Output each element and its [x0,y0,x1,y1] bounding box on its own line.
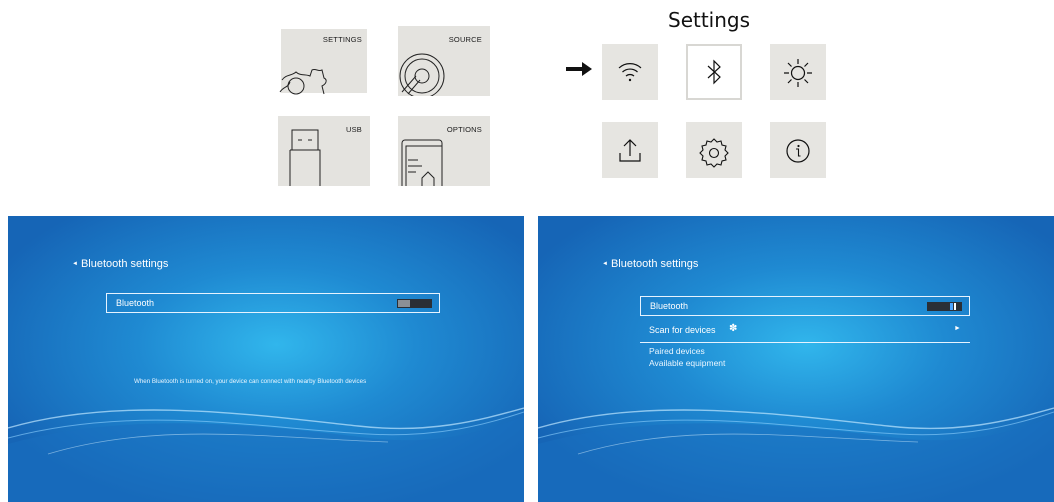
settings-brightness-button[interactable] [770,44,826,100]
available-equipment-label: Available equipment [649,358,726,368]
wifi-icon [618,63,642,82]
settings-title: Settings [668,8,751,32]
bluetooth-toggle-row[interactable]: Bluetooth [640,296,970,316]
gear-icon: ✽ [729,323,738,334]
gear-icon [699,138,729,168]
brightness-icon [784,59,812,87]
settings-bluetooth-button[interactable] [686,44,742,100]
bluetooth-toggle-label: Bluetooth [650,301,689,311]
toggle-on-fill [950,303,953,310]
back-arrow-icon: ◄ [602,261,608,268]
bluetooth-toggle-label: Bluetooth [116,298,155,308]
menu-tile-settings[interactable]: SETTINGS [278,26,370,96]
bluetooth-hint-text: When Bluetooth is turned on, your device… [134,378,367,385]
options-page-icon [401,139,443,186]
bluetooth-settings-title[interactable]: ◄ Bluetooth settings [602,258,698,270]
disc-icon [399,53,445,96]
menu-tile-usb[interactable]: USB [278,116,370,186]
menu-tile-source[interactable]: SOURCE [398,26,490,96]
bluetooth-settings-title-text: Bluetooth settings [610,258,699,270]
bluetooth-settings-title-text: Bluetooth settings [80,258,169,270]
bluetooth-toggle-on[interactable] [927,302,962,311]
usb-drive-icon [289,129,321,186]
toggle-knob [398,300,410,307]
chevron-right-icon: ► [954,325,961,332]
bluetooth-screen-off: ◄ Bluetooth settings Bluetooth When Bluet… [8,216,524,502]
arrow-right-icon [566,62,592,76]
bluetooth-settings-title[interactable]: ◄ Bluetooth settings [72,258,168,270]
settings-gear-button[interactable] [686,122,742,178]
info-icon [786,139,810,163]
scan-for-devices-label: Scan for devices [649,325,716,335]
bluetooth-toggle-off[interactable] [397,299,432,308]
toggle-on-indicator [954,303,956,310]
menu-tile-options[interactable]: OPTIONS [398,116,490,186]
settings-info-button[interactable] [770,122,826,178]
paired-devices-label: Paired devices [649,346,705,356]
settings-wifi-button[interactable] [602,44,658,100]
scan-row-divider [640,342,970,343]
bluetooth-icon [707,59,721,85]
settings-upload-button[interactable] [602,122,658,178]
gear-icon [279,68,327,95]
scan-for-devices-row[interactable]: Scan for devices ✽ ► [640,322,970,340]
bluetooth-toggle-row[interactable]: Bluetooth [106,293,440,313]
upload-icon [619,139,641,162]
back-arrow-icon: ◄ [72,261,78,268]
bluetooth-screen-on: ◄ Bluetooth settings Bluetooth Scan for d… [538,216,1054,502]
